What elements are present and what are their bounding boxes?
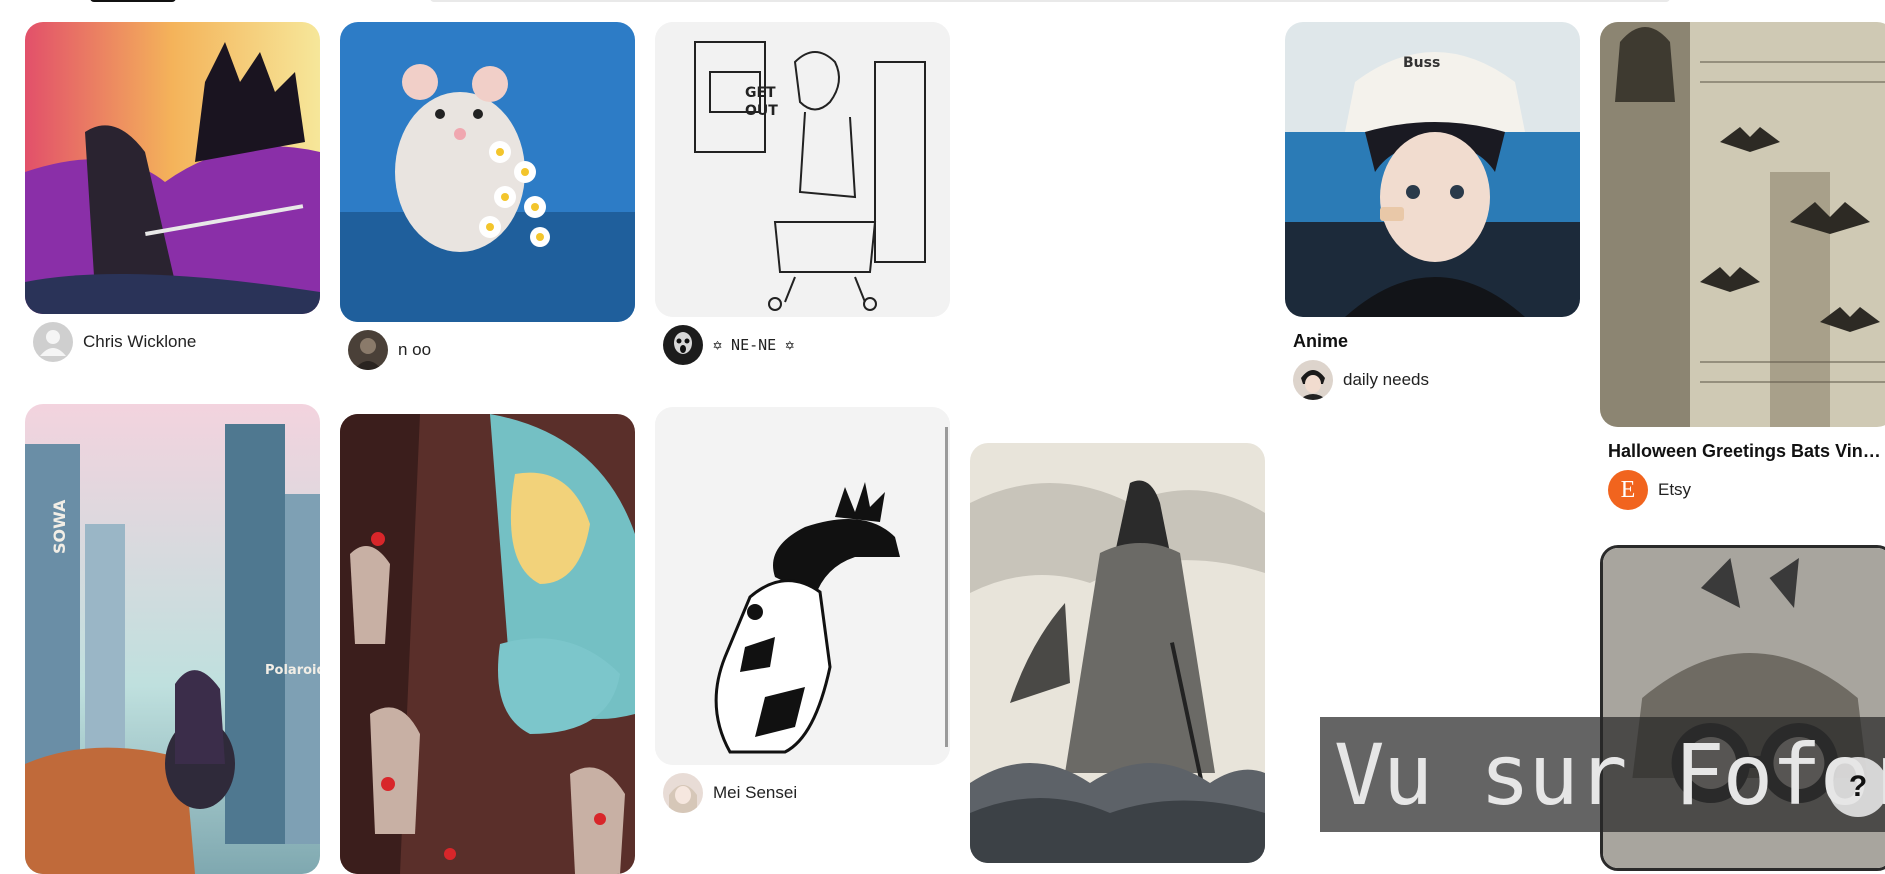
pin-image[interactable] (1600, 22, 1885, 427)
pin-image[interactable] (970, 443, 1265, 863)
default-user-icon[interactable] (33, 322, 73, 362)
sign-text-get: GET (745, 85, 776, 101)
pin-image[interactable] (340, 414, 635, 874)
sign-text-polaroid: Polaroid (265, 663, 320, 678)
top-bar-edge (0, 0, 1885, 4)
hat-text: Buss (1403, 55, 1440, 71)
pin-meta: Chris Wicklone (33, 322, 312, 362)
search-bar-edge[interactable] (430, 0, 1670, 2)
pin-image[interactable] (25, 22, 320, 314)
sign-text-out: OUT (745, 103, 778, 119)
pin-card[interactable]: n oo (340, 22, 635, 370)
pin-image[interactable] (655, 407, 950, 765)
pin-author[interactable]: n oo (398, 340, 431, 360)
avatar-letter: E (1620, 476, 1636, 503)
user-photo-icon[interactable] (663, 773, 703, 813)
user-photo-icon[interactable] (348, 330, 388, 370)
pin-title[interactable]: Anime (1293, 331, 1572, 352)
sign-text-sowa: SOWA (50, 499, 69, 554)
pin-author[interactable]: daily needs (1343, 370, 1429, 390)
pin-title[interactable]: Halloween Greetings Bats Vintag... (1608, 441, 1883, 462)
pin-meta: daily needs (1293, 360, 1572, 400)
help-button[interactable]: ? (1828, 757, 1885, 817)
watermark-banner: Vu sur Foforum (1320, 717, 1885, 832)
pin-card[interactable]: Mei Sensei (655, 407, 950, 813)
pin-meta: Mei Sensei (663, 773, 942, 813)
pin-image[interactable] (340, 22, 635, 322)
pin-author[interactable]: Chris Wicklone (83, 332, 196, 352)
watermark-text: Vu sur Foforum (1334, 726, 1885, 824)
pin-card[interactable]: Buss Anime daily needs (1285, 22, 1580, 400)
pin-image[interactable]: GET OUT (655, 22, 950, 317)
pin-meta: ✡ NE-NE ✡ (663, 325, 942, 365)
pin-image[interactable]: SOWA Polaroid (25, 404, 320, 874)
pin-author[interactable]: Etsy (1658, 480, 1691, 500)
user-photo-icon[interactable] (663, 325, 703, 365)
pin-image[interactable]: Buss (1285, 22, 1580, 317)
pin-card[interactable]: Chris Wicklone (25, 22, 320, 362)
pin-meta: n oo (348, 330, 627, 370)
home-tab-edge[interactable] (90, 0, 176, 2)
pin-author[interactable]: Mei Sensei (713, 783, 797, 803)
pin-author[interactable]: ✡ NE-NE ✡ (713, 336, 794, 354)
user-photo-icon[interactable] (1293, 360, 1333, 400)
pin-card[interactable]: GET OUT ✡ NE-NE ✡ (655, 22, 950, 365)
pin-card[interactable]: SOWA Polaroid (25, 404, 320, 874)
pin-card[interactable] (340, 414, 635, 874)
etsy-logo-icon[interactable]: E (1608, 470, 1648, 510)
pin-meta: E Etsy (1608, 470, 1885, 510)
pin-card[interactable]: Halloween Greetings Bats Vintag... E Ets… (1600, 22, 1885, 510)
pin-card[interactable] (970, 443, 1265, 863)
